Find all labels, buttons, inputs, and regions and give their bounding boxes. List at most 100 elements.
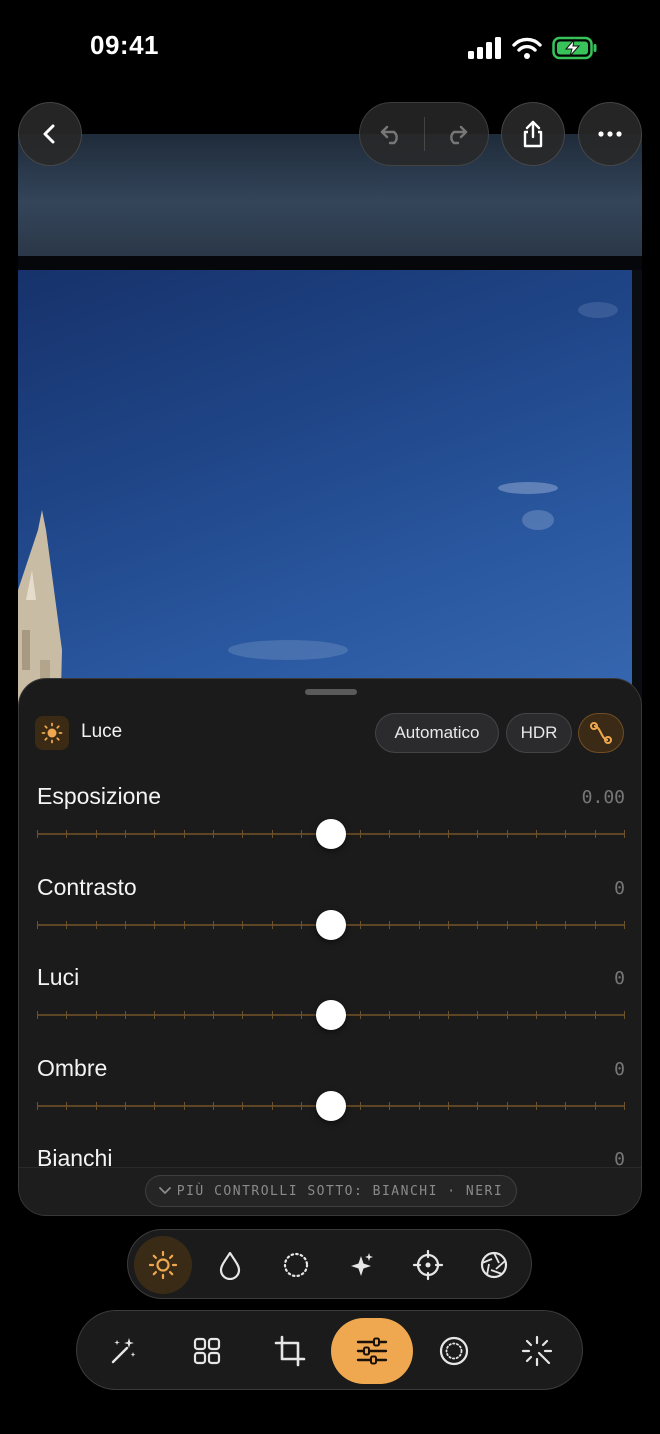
photo-sky <box>18 270 634 734</box>
slider-thumb[interactable] <box>316 1091 346 1121</box>
slider-tick <box>477 1011 478 1019</box>
category-vignette-button[interactable] <box>267 1236 325 1294</box>
slider-tick <box>477 1102 478 1110</box>
more-button[interactable] <box>578 102 642 166</box>
auto-button[interactable]: Automatico <box>375 713 499 753</box>
slider-tick <box>125 1102 126 1110</box>
slider-tick <box>565 921 566 929</box>
share-button[interactable] <box>501 102 565 166</box>
tool-filters-button[interactable] <box>422 1319 486 1383</box>
slider-thumb[interactable] <box>316 910 346 940</box>
redo-icon <box>450 125 468 145</box>
tool-crop-button[interactable] <box>258 1319 322 1383</box>
slider-tick <box>154 830 155 838</box>
slider-tick <box>507 830 508 838</box>
slider-thumb[interactable] <box>316 1000 346 1030</box>
slider-tick <box>213 830 214 838</box>
slider-tick <box>125 1011 126 1019</box>
slider-tick <box>184 830 185 838</box>
slider-tick <box>389 1011 390 1019</box>
slider-tick <box>301 1011 302 1019</box>
status-icons <box>468 36 598 60</box>
slider-label: Contrasto <box>37 874 137 900</box>
slider-tick <box>37 830 38 838</box>
slider-tick <box>66 830 67 838</box>
burst-icon <box>521 1335 553 1367</box>
slider-tick <box>595 830 596 838</box>
slider-tick <box>448 1011 449 1019</box>
slider-value: 0.00 <box>581 787 625 808</box>
circle-filter-icon <box>439 1336 469 1366</box>
photo-clouds <box>228 302 618 660</box>
slider-tick <box>360 1102 361 1110</box>
aperture-icon <box>480 1251 508 1279</box>
curve-button[interactable] <box>578 713 624 753</box>
tool-adjust-button[interactable] <box>331 1318 413 1384</box>
dotted-circle-icon <box>283 1252 309 1278</box>
slider-value: 0 <box>614 878 625 899</box>
undo-redo-group <box>359 102 489 166</box>
slider-tick <box>272 921 273 929</box>
slider-tick <box>125 921 126 929</box>
panel-footer: PIÙ CONTROLLI SOTTO: BIANCHI · NERI <box>19 1167 641 1215</box>
category-bar <box>127 1229 532 1299</box>
slider-tick <box>595 1102 596 1110</box>
slider-tick <box>419 830 420 838</box>
slider-tick <box>360 830 361 838</box>
slider-tick <box>96 921 97 929</box>
main-toolbar <box>76 1310 583 1390</box>
photo-window-frame <box>18 256 642 270</box>
slider-tick <box>389 1102 390 1110</box>
slider-tick <box>96 830 97 838</box>
tool-auto-enhance-button[interactable] <box>91 1319 155 1383</box>
slider-thumb[interactable] <box>316 819 346 849</box>
slider-shadows: Ombre 0 <box>37 1029 625 1121</box>
slider-tick <box>595 1011 596 1019</box>
slider-tick <box>624 921 625 929</box>
category-effects-button[interactable] <box>333 1236 391 1294</box>
grid-icon <box>193 1337 221 1365</box>
slider-tick <box>536 830 537 838</box>
more-controls-button[interactable]: PIÙ CONTROLLI SOTTO: BIANCHI · NERI <box>145 1175 517 1207</box>
undo-button[interactable] <box>360 103 424 165</box>
panel-grabber[interactable] <box>305 689 357 695</box>
category-color-button[interactable] <box>201 1236 259 1294</box>
slider-tick <box>184 921 185 929</box>
slider-tick <box>624 1102 625 1110</box>
photo-canvas[interactable] <box>18 134 642 734</box>
redo-button[interactable] <box>425 103 489 165</box>
slider-tick <box>301 830 302 838</box>
slider-tick <box>477 830 478 838</box>
panel-title: Luce <box>81 721 123 742</box>
more-icon <box>598 131 622 137</box>
slider-tick <box>37 1011 38 1019</box>
slider-tick <box>448 921 449 929</box>
slider-tick <box>448 830 449 838</box>
signal-icon <box>468 37 501 59</box>
slider-tick <box>360 1011 361 1019</box>
tool-presets-button[interactable] <box>175 1319 239 1383</box>
slider-tick <box>184 1011 185 1019</box>
slider-tick <box>66 1011 67 1019</box>
curve-icon <box>590 722 612 744</box>
hdr-button[interactable]: HDR <box>506 713 572 753</box>
slider-tick <box>536 1011 537 1019</box>
slider-tick <box>242 830 243 838</box>
slider-tick <box>565 1011 566 1019</box>
category-optics-button[interactable] <box>465 1236 523 1294</box>
adjustment-panel: Luce Automatico HDR Esposizione 0.00 Con… <box>18 678 642 1216</box>
slider-tick <box>419 1102 420 1110</box>
sun-icon <box>35 716 69 750</box>
status-bar: 09:41 <box>0 0 660 96</box>
slider-list[interactable]: Esposizione 0.00 Contrasto 0 Luci 0 Ombr… <box>19 757 641 1211</box>
category-selective-button[interactable] <box>399 1236 457 1294</box>
back-button[interactable] <box>18 102 82 166</box>
sparkle-icon <box>351 1253 373 1276</box>
slider-tick <box>213 1011 214 1019</box>
slider-tick <box>301 921 302 929</box>
category-light-button[interactable] <box>134 1236 192 1294</box>
slider-tick <box>66 921 67 929</box>
slider-tick <box>272 830 273 838</box>
tool-retouch-button[interactable] <box>505 1319 569 1383</box>
slider-tick <box>389 830 390 838</box>
